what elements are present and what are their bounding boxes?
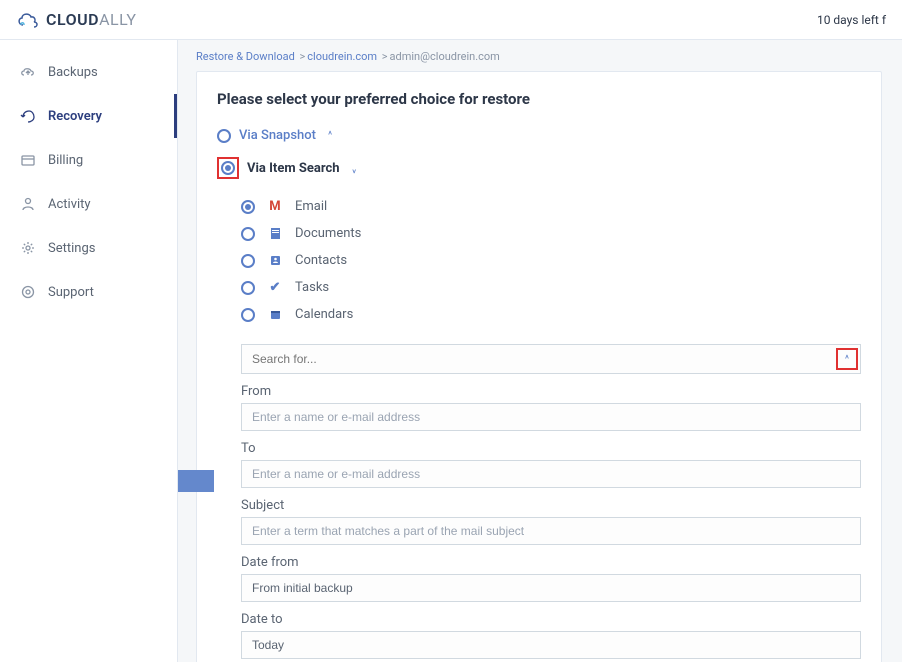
logo-text-2: ALLY (99, 10, 136, 29)
gear-icon (20, 240, 36, 256)
breadcrumb-link-2[interactable]: cloudrein.com (307, 50, 380, 63)
restore-card: Please select your preferred choice for … (196, 71, 882, 662)
dateto-input[interactable] (241, 631, 861, 659)
datefrom-label: Date from (241, 555, 861, 570)
breadcrumb-sep: > (300, 50, 306, 63)
sidebar-item-billing[interactable]: Billing (0, 138, 177, 182)
sidebar-item-label: Activity (48, 197, 91, 212)
sidebar-item-support[interactable]: Support (0, 270, 177, 314)
sidebar-item-label: Billing (48, 153, 83, 168)
calendars-icon (267, 308, 283, 321)
search-expand-toggle[interactable]: ^ (836, 348, 858, 370)
cloud-upload-icon (20, 64, 36, 80)
sub-radio-tasks[interactable]: ✔ Tasks (241, 274, 861, 301)
recovery-icon (20, 108, 36, 124)
sidebar-item-label: Support (48, 285, 94, 300)
radio-icon (241, 227, 255, 241)
email-icon: M (267, 199, 283, 214)
radio-icon (217, 129, 231, 143)
radio-icon (241, 254, 255, 268)
sidebar-item-settings[interactable]: Settings (0, 226, 177, 270)
radio-label: Via Item Search (247, 161, 340, 176)
logo-text-1: CLOUD (46, 10, 99, 29)
sub-radio-email[interactable]: M Email (241, 193, 861, 220)
main-content: Restore & Download >cloudrein.com >admin… (178, 40, 902, 662)
search-input[interactable] (252, 352, 850, 366)
from-input[interactable] (241, 403, 861, 431)
subject-input[interactable] (241, 517, 861, 545)
breadcrumb-sep: > (382, 50, 388, 63)
sub-radio-label: Email (295, 199, 327, 214)
subject-label: Subject (241, 498, 861, 513)
radio-icon (241, 308, 255, 322)
to-label: To (241, 441, 861, 456)
breadcrumb-current: admin@cloudrein.com (390, 50, 500, 63)
radio-label: Via Snapshot (239, 128, 316, 143)
support-icon (20, 284, 36, 300)
datefrom-input[interactable] (241, 574, 861, 602)
sub-radio-documents[interactable]: Documents (241, 220, 861, 247)
documents-icon (267, 227, 283, 240)
sub-radio-label: Tasks (295, 280, 329, 295)
sub-radio-calendars[interactable]: Calendars (241, 301, 861, 328)
sub-radio-label: Documents (295, 226, 361, 241)
radio-via-item-search[interactable]: Via Item Search ^ (217, 157, 861, 179)
breadcrumb-link-1[interactable]: Restore & Download (196, 50, 298, 63)
chevron-down-icon: ^ (352, 163, 356, 174)
tasks-icon: ✔ (267, 280, 283, 295)
radio-icon (221, 161, 235, 175)
dateto-label: Date to (241, 612, 861, 627)
sidebar-item-recovery[interactable]: Recovery (0, 94, 177, 138)
sidebar-item-activity[interactable]: Activity (0, 182, 177, 226)
from-label: From (241, 384, 861, 399)
sub-radio-label: Calendars (295, 307, 353, 322)
chevron-up-icon: ^ (845, 354, 849, 365)
cloud-icon (16, 11, 42, 29)
trial-text: 10 days left f (817, 13, 886, 27)
sidebar-item-label: Settings (48, 241, 95, 256)
to-input[interactable] (241, 460, 861, 488)
breadcrumb: Restore & Download >cloudrein.com >admin… (196, 50, 882, 63)
highlight-box (217, 157, 239, 179)
radio-icon (241, 281, 255, 295)
radio-via-snapshot[interactable]: Via Snapshot ^ (217, 128, 861, 143)
sidebar-item-label: Recovery (48, 109, 102, 124)
sub-radio-contacts[interactable]: Contacts (241, 247, 861, 274)
sidebar-item-label: Backups (48, 65, 98, 80)
sub-options: M Email Documents Contacts ✔ Tasks (241, 193, 861, 328)
sub-radio-label: Contacts (295, 253, 347, 268)
billing-icon (20, 152, 36, 168)
header: CLOUDALLY 10 days left f (0, 0, 902, 40)
logo: CLOUDALLY (16, 10, 137, 29)
card-title: Please select your preferred choice for … (217, 90, 861, 108)
chevron-up-icon: ^ (328, 130, 332, 141)
search-bar[interactable]: ^ (241, 344, 861, 374)
blue-bar-decoration (178, 470, 214, 492)
sidebar-item-backups[interactable]: Backups (0, 50, 177, 94)
radio-icon (241, 200, 255, 214)
contacts-icon (267, 254, 283, 267)
sidebar: Backups Recovery Billing Activity Settin… (0, 40, 178, 662)
activity-icon (20, 196, 36, 212)
